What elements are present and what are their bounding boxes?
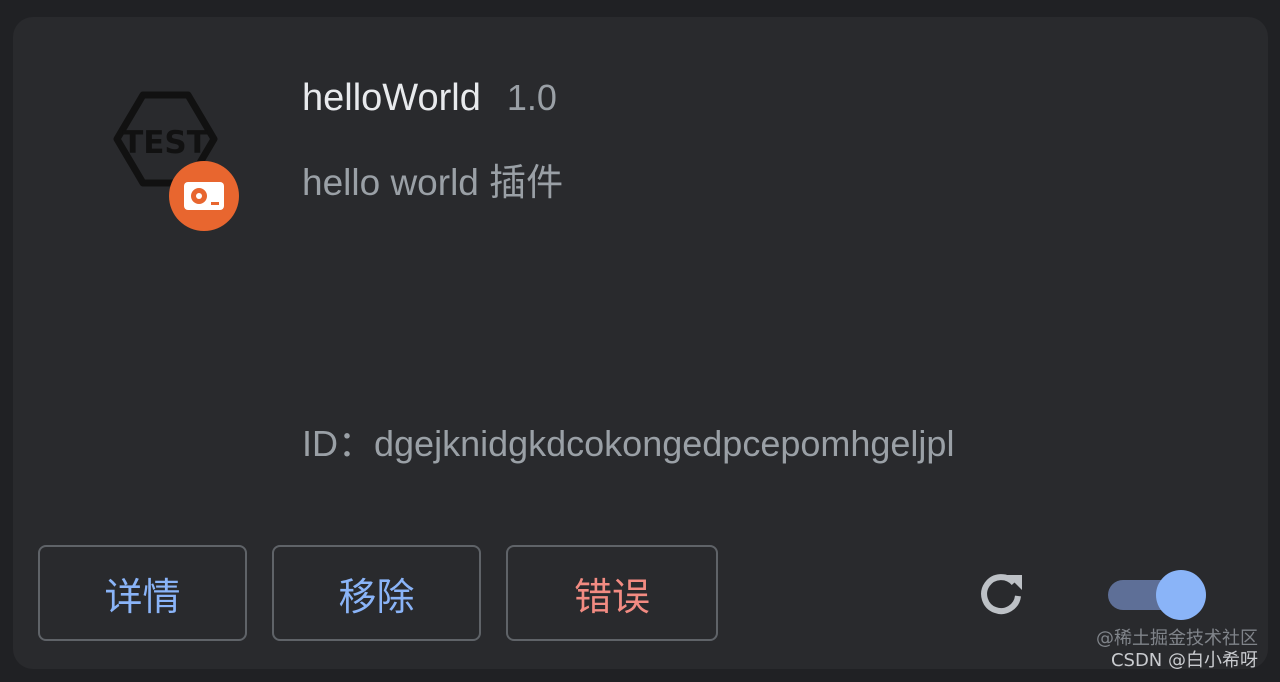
extension-name: helloWorld — [302, 77, 481, 119]
watermark: @稀土掘金技术社区 CSDN @白小希呀 — [1096, 628, 1258, 672]
extension-card: TEST helloWorld 1.0 hello world 插件 ID：dg… — [13, 17, 1268, 669]
extension-title-row: helloWorld 1.0 — [302, 77, 557, 120]
id-value: dgejknidgkdcokongedpcepomhgeljpl — [374, 423, 955, 464]
icon-text: TEST — [122, 125, 208, 161]
errors-button[interactable]: 错误 — [506, 545, 718, 641]
remove-button[interactable]: 移除 — [272, 545, 481, 641]
extension-description: hello world 插件 — [302, 162, 564, 203]
extension-version: 1.0 — [506, 77, 557, 118]
extension-id: ID：dgejknidgkdcokongedpcepomhgeljpl — [302, 415, 954, 467]
unpacked-drive-icon — [169, 161, 239, 231]
enable-toggle[interactable] — [1108, 570, 1206, 620]
details-button[interactable]: 详情 — [38, 545, 247, 641]
toggle-knob — [1156, 570, 1206, 620]
reload-icon[interactable] — [976, 569, 1026, 619]
watermark-line-1: @稀土掘金技术社区 — [1096, 628, 1258, 649]
watermark-line-2: CSDN @白小希呀 — [1110, 650, 1258, 671]
id-label: ID： — [302, 423, 375, 464]
